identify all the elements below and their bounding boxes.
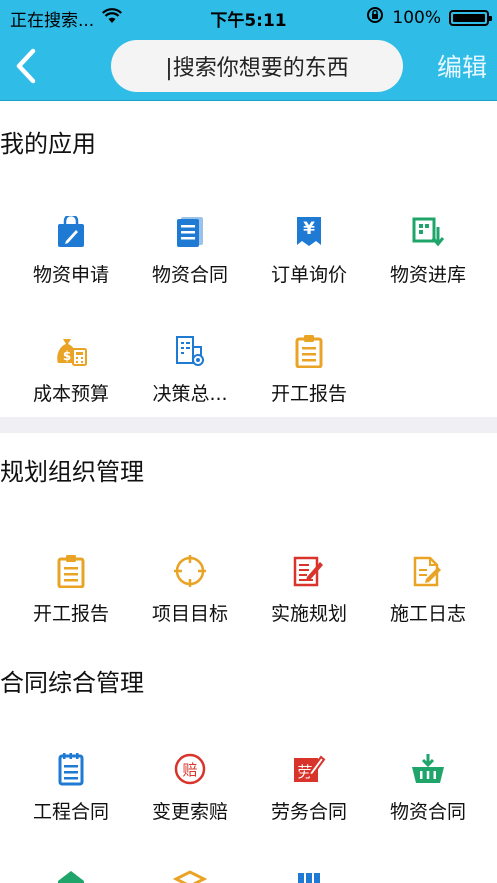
app-start-report-2[interactable]: 开工报告 (11, 551, 131, 626)
app-label: 开工报告 (270, 383, 347, 405)
svg-text:¥: ¥ (303, 219, 315, 239)
section-title-contract: 合同综合管理 (0, 669, 144, 697)
app-label: 开工报告 (32, 603, 109, 625)
app-label: 工程合同 (32, 801, 109, 823)
app-implementation-plan[interactable]: 实施规划 (249, 551, 369, 626)
rotation-lock-icon (366, 6, 384, 29)
yen-document-icon: ¥ (289, 212, 329, 252)
claim-seal-icon: 赔 (170, 749, 210, 789)
app-label: 物资进库 (389, 264, 466, 286)
partial-green-icon (51, 864, 91, 883)
app-material-inbound[interactable]: 物资进库 (368, 212, 488, 287)
app-label: 实施规划 (270, 603, 347, 625)
log-edit-icon (408, 551, 448, 591)
bag-edit-icon (51, 212, 91, 252)
section-title-planning: 规划组织管理 (0, 458, 144, 486)
warehouse-in-icon (408, 212, 448, 252)
app-labor-contract[interactable]: 劳 劳务合同 (249, 749, 369, 824)
app-decision-summary[interactable]: 决策总... (130, 331, 250, 406)
app-label: 物资合同 (389, 801, 466, 823)
search-placeholder: |搜索你想要的东西 (165, 56, 349, 81)
plan-edit-icon (289, 551, 329, 591)
app-project-goal[interactable]: 项目目标 (130, 551, 250, 626)
basket-in-icon (408, 749, 448, 789)
clipboard-icon (51, 551, 91, 591)
labor-contract-icon: 劳 (289, 749, 329, 789)
svg-text:赔: 赔 (182, 761, 197, 779)
battery-icon (449, 9, 492, 26)
app-material-contract[interactable]: 物资合同 (130, 212, 250, 287)
app-label: 劳务合同 (270, 801, 347, 823)
document-icon (170, 212, 210, 252)
status-bar: 正在搜索... 下午5:11 100% (0, 0, 497, 32)
search-input[interactable]: |搜索你想要的东西 (111, 40, 403, 92)
app-construction-log[interactable]: 施工日志 (368, 551, 488, 626)
app-label: 施工日志 (389, 603, 466, 625)
app-label: 决策总... (152, 383, 228, 405)
app-partial-1[interactable] (11, 864, 131, 883)
app-material-contract-2[interactable]: 物资合同 (368, 749, 488, 824)
notepad-icon (51, 749, 91, 789)
section-title-my-apps: 我的应用 (0, 130, 96, 158)
section-divider (0, 417, 497, 433)
chevron-left-icon (16, 48, 36, 84)
edit-button[interactable]: 编辑 (437, 48, 487, 84)
app-label: 成本预算 (32, 383, 109, 405)
app-cost-budget[interactable]: $ 成本预算 (11, 331, 131, 406)
partial-blue-icon (289, 864, 329, 883)
app-start-report[interactable]: 开工报告 (249, 331, 369, 406)
target-icon (170, 551, 210, 591)
report-gear-icon (170, 331, 210, 371)
app-change-claim[interactable]: 赔 变更索赔 (130, 749, 250, 824)
app-material-request[interactable]: 物资申请 (11, 212, 131, 287)
navigation-header: 正在搜索... 下午5:11 100% |搜索你想要的东西 编辑 (0, 0, 497, 101)
app-order-inquiry[interactable]: ¥ 订单询价 (249, 212, 369, 287)
app-partial-2[interactable] (130, 864, 250, 883)
svg-text:$: $ (63, 349, 71, 363)
battery-percentage: 100% (392, 7, 441, 28)
app-label: 物资申请 (32, 264, 109, 286)
app-label: 物资合同 (151, 264, 228, 286)
app-label: 变更索赔 (151, 801, 228, 823)
partial-orange-icon (170, 864, 210, 883)
app-label: 订单询价 (270, 264, 347, 286)
app-label: 项目目标 (151, 603, 228, 625)
clipboard-icon (289, 331, 329, 371)
back-button[interactable] (8, 44, 44, 88)
app-engineering-contract[interactable]: 工程合同 (11, 749, 131, 824)
money-bag-calculator-icon: $ (51, 331, 91, 371)
app-partial-3[interactable] (249, 864, 369, 883)
